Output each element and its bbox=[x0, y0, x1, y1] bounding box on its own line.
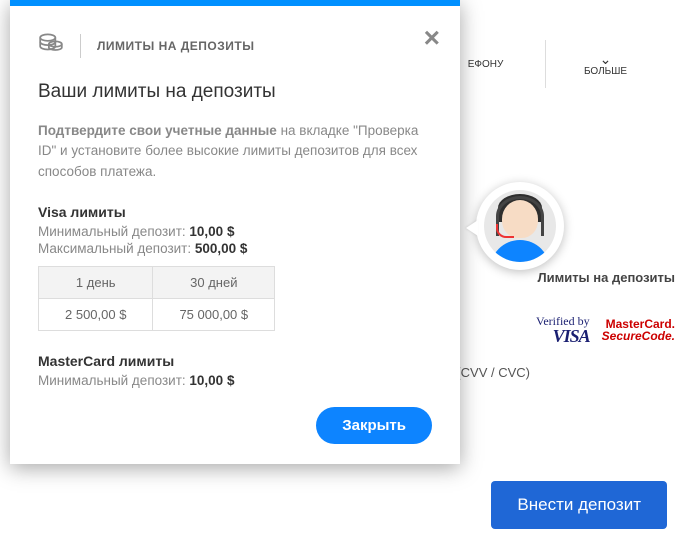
limits-link[interactable]: Лимиты на депозиты bbox=[536, 270, 675, 285]
table-row: 1 день 30 дней bbox=[39, 266, 275, 298]
mastercard-limits-title: MasterCard лимиты bbox=[38, 353, 422, 369]
nav-more-label: БОЛЬШЕ bbox=[584, 66, 627, 77]
chevron-down-icon: ⌄ bbox=[600, 52, 612, 66]
modal-header-title: ЛИМИТЫ НА ДЕПОЗИТЫ bbox=[97, 39, 254, 53]
coins-icon bbox=[38, 30, 64, 61]
mastercard-limits-section: MasterCard лимиты Минимальный депозит: 1… bbox=[38, 353, 422, 391]
col-1day: 1 день bbox=[39, 266, 153, 298]
nav-more[interactable]: ⌄ БОЛЬШЕ bbox=[545, 40, 665, 88]
close-icon[interactable]: × bbox=[424, 24, 440, 52]
visa-limits-section: Visa лимиты Минимальный депозит: 10,00 $… bbox=[38, 204, 422, 331]
visa-limits-table: 1 день 30 дней 2 500,00 $ 75 000,00 $ bbox=[38, 266, 275, 331]
card-security-logos: Verified by VISA MasterCard. SecureCode. bbox=[536, 315, 675, 345]
visa-limits-title: Visa лимиты bbox=[38, 204, 422, 220]
visa-max-deposit: Максимальный депозит: 500,00 $ bbox=[38, 241, 422, 256]
cvv-label: (CVV / CVC) bbox=[456, 365, 530, 380]
verified-by-visa-logo: Verified by VISA bbox=[536, 315, 590, 345]
visa-min-deposit: Минимальный депозит: 10,00 $ bbox=[38, 224, 422, 239]
deposit-limits-modal: × ЛИМИТЫ НА ДЕПОЗИТЫ Ваши лимиты на депо… bbox=[10, 0, 460, 464]
nav-phone-label: ЕФОНУ bbox=[468, 59, 504, 70]
modal-subtitle: Ваши лимиты на депозиты bbox=[38, 81, 422, 103]
col-30days: 30 дней bbox=[153, 266, 275, 298]
modal-description: Подтвердите свои учетные данные на вклад… bbox=[38, 121, 422, 182]
modal-scroll-area[interactable]: Ваши лимиты на депозиты Подтвердите свои… bbox=[38, 81, 432, 391]
support-chat-bubble[interactable] bbox=[476, 182, 564, 270]
val-1day: 2 500,00 $ bbox=[39, 298, 153, 330]
mc-min-deposit: Минимальный депозит: 10,00 $ bbox=[38, 373, 422, 388]
support-avatar-icon bbox=[484, 190, 556, 262]
table-row: 2 500,00 $ 75 000,00 $ bbox=[39, 298, 275, 330]
deposit-button[interactable]: Внести депозит bbox=[491, 481, 667, 529]
val-30days: 75 000,00 $ bbox=[153, 298, 275, 330]
close-button[interactable]: Закрыть bbox=[316, 407, 432, 444]
mastercard-securecode-logo: MasterCard. SecureCode. bbox=[602, 318, 675, 342]
divider bbox=[80, 34, 81, 58]
